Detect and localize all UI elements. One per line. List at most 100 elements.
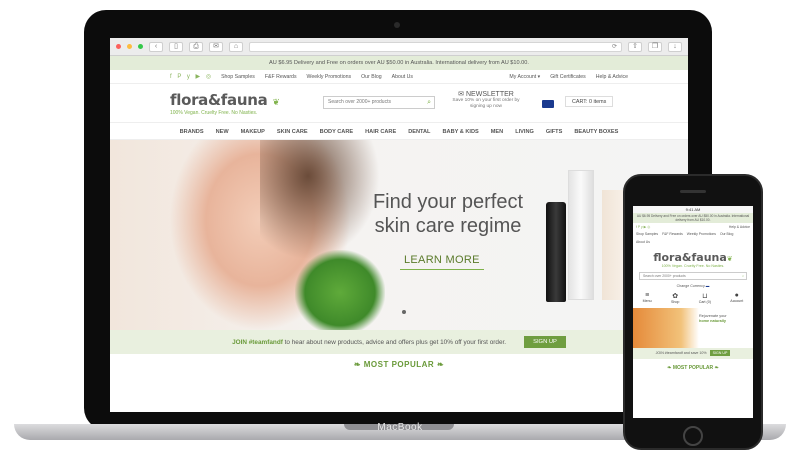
- site-header: flora&fauna ❦ 100% Vegan. Cruelty Free. …: [110, 84, 688, 122]
- sidebar-icon[interactable]: ▯: [169, 41, 183, 52]
- cart-button[interactable]: CART: 0 items: [565, 96, 614, 107]
- account-icon: ●: [734, 292, 739, 299]
- logo-block[interactable]: flora&fauna ❦ 100% Vegan. Cruelty Free. …: [170, 91, 280, 116]
- menu-icon: ≡: [645, 292, 650, 299]
- home-icon[interactable]: ⌂: [229, 41, 243, 52]
- mobile-sign-up-button[interactable]: SIGN UP: [709, 350, 731, 356]
- leaf-icon: ❧: [353, 360, 364, 369]
- shop-button[interactable]: ✿ Shop: [671, 292, 679, 304]
- link-weekly-promotions[interactable]: Weekly Promotions: [307, 74, 352, 80]
- social-icons[interactable]: f P y ▶ ◎: [170, 73, 213, 80]
- change-currency[interactable]: Change Currency ▬: [633, 284, 753, 288]
- browser-toolbar: ‹ ▯ ⎙ ✉ ⌂ ⟳ ⇧ ❐ ↓: [110, 38, 688, 56]
- nav-new[interactable]: NEW: [216, 123, 229, 139]
- share-icon[interactable]: ⇧: [628, 41, 642, 52]
- account-button[interactable]: ● Account: [730, 292, 743, 304]
- site-tagline: 100% Vegan. Cruelty Free. No Nasties.: [170, 109, 258, 116]
- mobile-join-bar: JOIN #teamfandf and save 10% SIGN UP: [633, 348, 753, 359]
- leaf-icon: ❦: [272, 97, 280, 108]
- utility-bar: f P y ▶ ◎ Shop Samples F&F Rewards Weekl…: [110, 70, 688, 84]
- learn-more-button[interactable]: LEARN MORE: [400, 254, 484, 270]
- nav-living[interactable]: LIVING: [515, 123, 534, 139]
- leaf-icon: ❧: [713, 365, 719, 371]
- link-blog[interactable]: Our Blog: [361, 74, 381, 80]
- print-icon[interactable]: ⎙: [189, 41, 203, 52]
- mobile-hero-text: Rejuvenate your home naturally: [699, 314, 727, 323]
- nav-skin-care[interactable]: SKIN CARE: [277, 123, 308, 139]
- my-account-link[interactable]: My Account ▾: [509, 74, 540, 80]
- home-button[interactable]: [683, 426, 703, 446]
- phone-status-bar: 9:41 AM: [633, 206, 753, 213]
- nav-makeup[interactable]: MAKEUP: [241, 123, 265, 139]
- mail-icon[interactable]: ✉: [209, 41, 223, 52]
- search-icon[interactable]: ⌕: [427, 97, 431, 108]
- mobile-link-about[interactable]: About Us: [636, 240, 650, 244]
- main-nav: BRANDS NEW MAKEUP SKIN CARE BODY CARE HA…: [110, 122, 688, 140]
- nav-men[interactable]: MEN: [491, 123, 503, 139]
- mobile-hero-banner[interactable]: Rejuvenate your home naturally: [633, 308, 753, 348]
- search-icon[interactable]: ⌕: [742, 273, 744, 279]
- camera-dot: [394, 22, 400, 28]
- mobile-help-link[interactable]: Help & Advice: [729, 225, 750, 229]
- gift-certificates-link[interactable]: Gift Certificates: [550, 74, 585, 80]
- mobile-link-blog[interactable]: Our Blog: [720, 232, 733, 236]
- mobile-link-promotions[interactable]: Weekly Promotions: [687, 232, 716, 236]
- carousel-indicator[interactable]: [402, 310, 406, 314]
- australia-flag-icon[interactable]: [542, 100, 554, 108]
- cart-icon: ⊔: [702, 293, 708, 300]
- phone-screen: 9:41 AM AU $6.95 Delivery and Free on or…: [633, 206, 753, 418]
- mobile-link-rewards[interactable]: F&F Rewards: [662, 232, 683, 236]
- join-bar: JOIN #teamfandf to hear about new produc…: [110, 330, 688, 354]
- mobile-search-input[interactable]: Search over 2000+ products ⌕: [639, 272, 747, 280]
- mobile-utility-bar: f P y ▶ ◎ Help & Advice: [633, 223, 753, 231]
- zoom-window-button[interactable]: [138, 44, 143, 49]
- mobile-links: Shop Samples F&F Rewards Weekly Promotio…: [633, 231, 753, 245]
- cart-button[interactable]: ⊔ Cart (0): [699, 292, 711, 304]
- shop-icon: ✿: [672, 293, 679, 300]
- nav-gifts[interactable]: GIFTS: [546, 123, 562, 139]
- laptop-screen: ‹ ▯ ⎙ ✉ ⌂ ⟳ ⇧ ❐ ↓ AU $6.95 Delivery and …: [110, 38, 688, 412]
- minimize-window-button[interactable]: [127, 44, 132, 49]
- newsletter-promo[interactable]: ✉ NEWSLETTER Save 10% on your first orde…: [446, 90, 526, 110]
- search-input[interactable]: Search over 2000+ products ⌕: [323, 96, 435, 109]
- nav-baby-kids[interactable]: BABY & KIDS: [442, 123, 478, 139]
- most-popular-heading: ❧ MOST POPULAR ❧: [353, 360, 445, 369]
- hero-banner[interactable]: Find your perfect skin care regime LEARN…: [110, 140, 688, 330]
- sign-up-button[interactable]: SIGN UP: [524, 336, 566, 348]
- iphone-frame: 9:41 AM AU $6.95 Delivery and Free on or…: [623, 174, 763, 450]
- mobile-tagline: 100% Vegan. Cruelty Free. No Nasties.: [661, 264, 725, 268]
- mobile-link-samples[interactable]: Shop Samples: [636, 232, 658, 236]
- menu-button[interactable]: ≡ Menu: [643, 292, 652, 304]
- help-advice-link[interactable]: Help & Advice: [596, 74, 628, 80]
- hero-leaves-image: [295, 250, 385, 330]
- mobile-most-popular: ❧ MOST POPULAR ❧: [667, 365, 719, 371]
- join-text: JOIN #teamfandf to hear about new produc…: [232, 338, 507, 346]
- envelope-icon: ✉: [458, 91, 465, 98]
- product-bottle-black: [546, 202, 566, 302]
- leaf-icon: ❧: [434, 360, 445, 369]
- site-logo[interactable]: flora&fauna ❦: [170, 91, 280, 109]
- nav-body-care[interactable]: BODY CARE: [320, 123, 353, 139]
- macbook-frame: ‹ ▯ ⎙ ✉ ⌂ ⟳ ⇧ ❐ ↓ AU $6.95 Delivery and …: [84, 10, 712, 430]
- iphone-speaker: [680, 190, 706, 193]
- tabs-icon[interactable]: ❐: [648, 41, 662, 52]
- nav-beauty-boxes[interactable]: BEAUTY BOXES: [574, 123, 618, 139]
- download-icon[interactable]: ↓: [668, 41, 682, 52]
- nav-hair-care[interactable]: HAIR CARE: [365, 123, 396, 139]
- mobile-icon-bar: ≡ Menu ✿ Shop ⊔ Cart (0) ● Account: [633, 292, 753, 304]
- link-rewards[interactable]: F&F Rewards: [265, 74, 297, 80]
- nav-dental[interactable]: DENTAL: [408, 123, 430, 139]
- mobile-promo-bar: AU $6.95 Delivery and Free on orders ove…: [633, 213, 753, 223]
- link-about[interactable]: About Us: [392, 74, 413, 80]
- mobile-logo[interactable]: flora&fauna❦: [633, 251, 753, 264]
- mobile-social-icons[interactable]: f P y ▶ ◎: [636, 225, 650, 229]
- close-window-button[interactable]: [116, 44, 121, 49]
- promo-bar: AU $6.95 Delivery and Free on orders ove…: [110, 56, 688, 70]
- leaf-icon: ❦: [726, 255, 733, 263]
- address-bar[interactable]: ⟳: [249, 41, 622, 52]
- back-icon[interactable]: ‹: [149, 41, 163, 52]
- nav-brands[interactable]: BRANDS: [180, 123, 204, 139]
- hero-title: Find your perfect skin care regime: [372, 191, 524, 237]
- link-shop-samples[interactable]: Shop Samples: [221, 74, 255, 80]
- product-tube-white: [568, 170, 594, 300]
